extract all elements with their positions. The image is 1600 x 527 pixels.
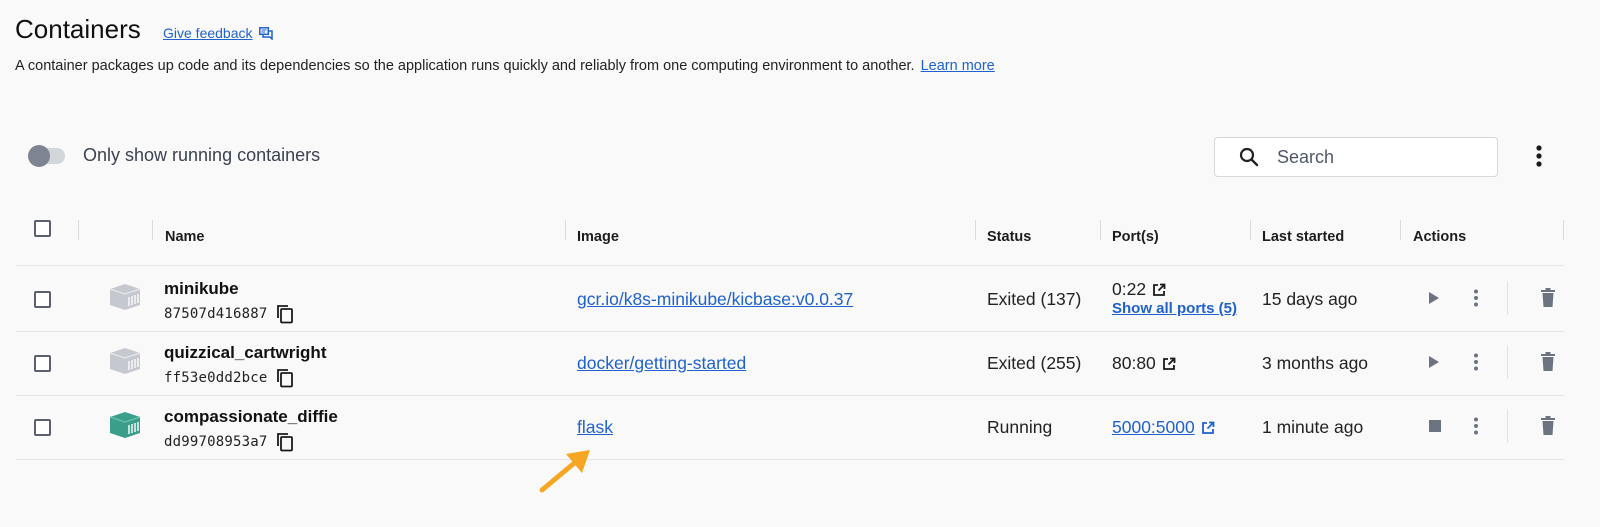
container-id: 87507d416887 [164, 304, 294, 324]
container-name[interactable]: quizzical_cartwright [164, 343, 326, 363]
container-icon [109, 348, 141, 374]
external-link-icon[interactable] [1152, 283, 1166, 297]
column-header-name[interactable]: Name [165, 229, 205, 245]
column-divider [152, 220, 153, 240]
column-divider [1563, 220, 1564, 240]
last-started-text: 15 days ago [1262, 289, 1358, 309]
page-description: A container packages up code and its dep… [15, 58, 995, 74]
search-icon [1239, 147, 1259, 167]
container-id-text: dd99708953a7 [164, 434, 268, 450]
table-header: Name Image Status Port(s) Last started A… [16, 212, 1564, 266]
status-text: Exited (255) [987, 353, 1082, 373]
port-mapping: 80:80 [1112, 353, 1176, 374]
running-filter: Only show running containers [28, 144, 321, 167]
status-text: Running [987, 417, 1053, 437]
trash-icon[interactable] [1540, 352, 1556, 372]
toggle-knob [28, 144, 50, 167]
copy-icon[interactable] [276, 432, 294, 452]
stop-icon[interactable] [1429, 420, 1441, 432]
port-mapping: 5000:5000 [1112, 417, 1215, 438]
container-name[interactable]: compassionate_diffie [164, 407, 338, 427]
play-icon[interactable] [1428, 355, 1440, 369]
status-text: Exited (137) [987, 289, 1082, 309]
port-text: 0:22 [1112, 279, 1147, 299]
copy-icon[interactable] [276, 368, 294, 388]
column-divider [1400, 220, 1401, 240]
image-link[interactable]: gcr.io/k8s-minikube/kicbase:v0.0.37 [577, 289, 853, 310]
port-text: 80:80 [1112, 353, 1156, 373]
actions-divider [1507, 281, 1508, 315]
container-id-text: 87507d416887 [164, 306, 268, 322]
container-id: ff53e0dd2bce [164, 368, 294, 388]
external-link-icon[interactable] [1162, 357, 1176, 371]
column-header-actions: Actions [1413, 229, 1467, 245]
copy-icon[interactable] [276, 304, 294, 324]
give-feedback-label: Give feedback [163, 25, 253, 41]
container-icon [109, 412, 141, 438]
trash-icon[interactable] [1540, 288, 1556, 308]
row-checkbox[interactable] [34, 291, 51, 308]
more-vertical-icon[interactable] [1473, 289, 1479, 307]
image-link[interactable]: docker/getting-started [577, 353, 746, 374]
column-divider [565, 220, 566, 240]
external-link-icon[interactable] [1201, 421, 1215, 435]
column-divider [78, 220, 79, 240]
actions-divider [1507, 345, 1508, 379]
port-link[interactable]: 5000:5000 [1112, 417, 1195, 438]
give-feedback-link[interactable]: Give feedback [163, 25, 273, 41]
search-box [1214, 137, 1498, 177]
feedback-icon [258, 26, 273, 40]
learn-more-link[interactable]: Learn more [921, 58, 995, 74]
table-row[interactable]: minikube 87507d416887 gcr.io/k8s-minikub… [16, 267, 1564, 332]
page-title: Containers [15, 14, 141, 44]
actions-divider [1507, 409, 1508, 443]
container-icon [109, 284, 141, 310]
column-header-ports[interactable]: Port(s) [1112, 229, 1159, 245]
select-all-checkbox[interactable] [34, 220, 51, 237]
more-vertical-icon[interactable] [1473, 417, 1479, 435]
container-id: dd99708953a7 [164, 432, 294, 452]
only-running-toggle[interactable] [28, 144, 65, 167]
description-text: A container packages up code and its dep… [15, 58, 915, 74]
column-header-status[interactable]: Status [987, 229, 1031, 245]
search-input[interactable] [1275, 145, 1479, 169]
column-header-image[interactable]: Image [577, 229, 619, 245]
annotation-arrow-icon [539, 450, 590, 493]
row-checkbox[interactable] [34, 419, 51, 436]
port-mapping: 0:22 [1112, 279, 1166, 300]
last-started-text: 3 months ago [1262, 353, 1369, 373]
trash-icon[interactable] [1540, 416, 1556, 436]
column-divider [975, 220, 976, 240]
show-all-ports-link[interactable]: Show all ports (5) [1112, 300, 1237, 317]
container-name[interactable]: minikube [164, 279, 239, 299]
table-row[interactable]: quizzical_cartwright ff53e0dd2bce docker… [16, 331, 1564, 396]
more-vertical-icon[interactable] [1473, 353, 1479, 371]
column-header-last-started[interactable]: Last started [1262, 229, 1344, 245]
only-running-label: Only show running containers [83, 145, 321, 165]
column-divider [1250, 220, 1251, 240]
table-row[interactable]: compassionate_diffie dd99708953a7 flask … [16, 395, 1564, 460]
row-checkbox[interactable] [34, 355, 51, 372]
last-started-text: 1 minute ago [1262, 417, 1364, 437]
more-vertical-icon[interactable] [1536, 145, 1542, 167]
column-divider [1100, 220, 1101, 240]
container-id-text: ff53e0dd2bce [164, 370, 268, 386]
play-icon[interactable] [1428, 291, 1440, 305]
image-link[interactable]: flask [577, 417, 613, 438]
